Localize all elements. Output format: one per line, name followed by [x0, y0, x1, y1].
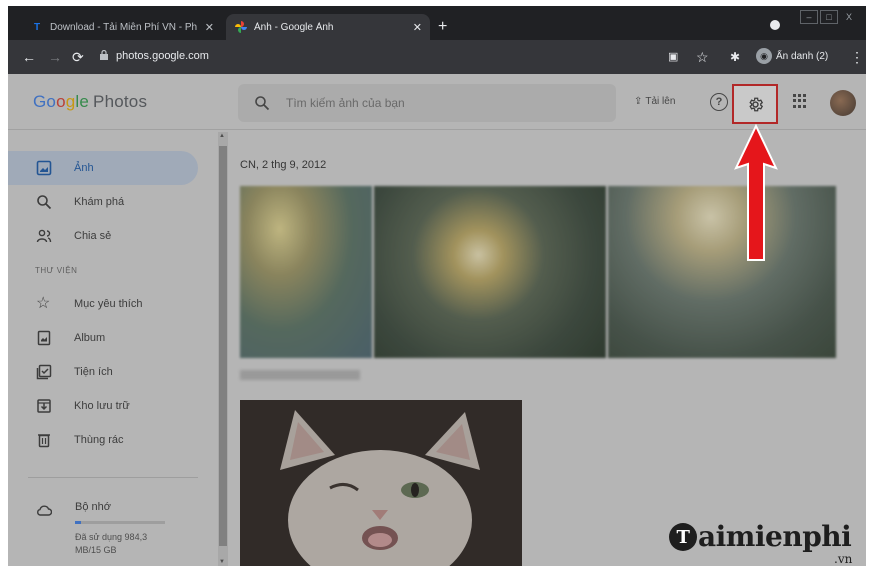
red-arrow-annotation: [734, 124, 778, 261]
watermark-suffix: .vn: [834, 552, 853, 566]
search-box[interactable]: Tìm kiếm ảnh của bạn: [238, 84, 616, 122]
storage-title[interactable]: Bộ nhớ: [75, 501, 111, 513]
search-icon: [255, 96, 270, 111]
google-photos-pinwheel-icon: [234, 20, 248, 34]
photo-thumbnail[interactable]: [374, 186, 606, 358]
sidebar-item-label: Album: [74, 332, 106, 344]
photo-group-date-blurred: [240, 370, 360, 380]
upload-icon: ⇪: [634, 96, 643, 107]
sidebar-scrollbar[interactable]: ▲ ▼: [218, 132, 228, 566]
back-arrow-icon[interactable]: ←: [22, 49, 36, 65]
upload-button[interactable]: ⇪ Tải lên: [634, 96, 675, 107]
upload-label: Tải lên: [645, 96, 676, 107]
reload-icon[interactable]: ⟳: [72, 49, 84, 65]
photo-thumbnail[interactable]: [608, 186, 836, 358]
tab-taimienphi[interactable]: T Download - Tải Miễn Phí VN - Ph ✕: [22, 14, 222, 40]
tab-close-icon[interactable]: ✕: [205, 21, 214, 34]
maximize-button[interactable]: □: [820, 10, 838, 24]
minimize-button[interactable]: –: [800, 10, 818, 24]
sidebar-item-archive[interactable]: Kho lưu trữ: [8, 389, 198, 423]
photo-icon: [36, 160, 52, 176]
taimienphi-logo-icon: T: [669, 523, 697, 551]
sidebar-item-utilities[interactable]: Tiện ích: [8, 355, 198, 389]
taimienphi-t-icon: T: [33, 21, 41, 33]
google-photos-logo[interactable]: Google Photos: [33, 92, 147, 112]
profile-indicator-icon[interactable]: [770, 20, 780, 30]
incognito-indicator[interactable]: ◉ Ẩn danh (2): [756, 48, 828, 64]
sidebar-item-explore[interactable]: Khám phá: [8, 185, 198, 219]
storage-used-text: Đã sử dụng 984,3 MB/15 GB: [75, 532, 148, 555]
new-tab-button[interactable]: +: [438, 18, 447, 36]
svg-text:T: T: [677, 527, 691, 548]
trash-icon: [38, 434, 50, 448]
search-placeholder: Tìm kiếm ảnh của bạn: [286, 96, 405, 110]
album-icon: [37, 330, 51, 346]
storage-progress-bar: [75, 521, 165, 524]
photo-group-date: CN, 2 thg 9, 2012: [240, 159, 327, 171]
sidebar-divider: [28, 477, 198, 478]
apps-grid-icon[interactable]: [793, 94, 807, 108]
help-button[interactable]: ?: [710, 93, 728, 111]
scroll-down-icon[interactable]: ▼: [219, 559, 225, 565]
extensions-puzzle-icon[interactable]: ✱: [730, 49, 740, 65]
sidebar-item-trash[interactable]: Thùng rác: [8, 423, 198, 457]
tab-title: Ảnh - Google Ảnh: [254, 21, 334, 33]
watermark-brand: aimienphi: [698, 520, 852, 553]
sidebar-item-label: Kho lưu trữ: [74, 400, 130, 412]
sidebar: Ảnh Khám phá Chia sẻ THƯ VIỆN ☆ Mục yêu …: [8, 131, 228, 566]
browser-menu-icon[interactable]: ⋮: [850, 49, 864, 65]
tab-close-icon[interactable]: ✕: [413, 21, 422, 34]
browser-toolbar: ← → ⟳ photos.google.com ▣ ☆ ✱ ◉ Ẩn danh …: [8, 40, 866, 74]
address-bar[interactable]: photos.google.com: [96, 45, 656, 69]
sidebar-item-label: Mục yêu thích: [74, 298, 143, 310]
bookmark-star-icon[interactable]: ☆: [696, 49, 709, 65]
sidebar-item-photos[interactable]: Ảnh: [8, 151, 198, 185]
browser-window: T Download - Tải Miễn Phí VN - Ph ✕ Ảnh …: [8, 6, 866, 566]
people-icon: [36, 229, 52, 243]
tab-strip: T Download - Tải Miễn Phí VN - Ph ✕ Ảnh …: [8, 6, 866, 40]
app-header: Google Photos Tìm kiếm ảnh của bạn ⇪ Tải …: [8, 74, 866, 130]
library-section-label: THƯ VIỆN: [35, 266, 78, 275]
lock-icon: [100, 50, 108, 60]
sidebar-item-favorites[interactable]: ☆ Mục yêu thích: [8, 287, 198, 321]
settings-gear-icon[interactable]: [747, 96, 764, 113]
scrollbar-thumb[interactable]: [219, 146, 227, 546]
search-icon: [37, 195, 52, 210]
photo-thumbnail[interactable]: [240, 186, 372, 358]
sidebar-item-label: Thùng rác: [74, 434, 124, 446]
taimienphi-watermark: T aimienphi: [668, 520, 852, 553]
archive-icon: [37, 399, 51, 413]
sidebar-item-label: Khám phá: [74, 196, 125, 208]
photo-thumbnail-cat[interactable]: [240, 400, 522, 566]
sidebar-item-album[interactable]: Album: [8, 321, 198, 355]
incognito-icon: ◉: [756, 48, 772, 64]
translate-icon[interactable]: ▣: [668, 49, 678, 65]
star-icon: ☆: [36, 295, 51, 312]
forward-arrow-icon[interactable]: →: [48, 49, 62, 65]
cloud-icon: [37, 505, 52, 516]
utilities-icon: [36, 364, 52, 380]
sidebar-item-sharing[interactable]: Chia sẻ: [8, 219, 198, 253]
sidebar-item-label: Tiện ích: [74, 366, 113, 378]
scroll-up-icon[interactable]: ▲: [219, 133, 225, 139]
avatar[interactable]: [830, 90, 856, 116]
tab-google-photos[interactable]: Ảnh - Google Ảnh ✕: [226, 14, 430, 40]
sidebar-item-label: Chia sẻ: [74, 230, 112, 242]
tab-title: Download - Tải Miễn Phí VN - Ph: [50, 21, 198, 33]
close-window-button[interactable]: X: [840, 10, 858, 24]
settings-highlight[interactable]: [732, 84, 778, 124]
url-text: photos.google.com: [116, 50, 209, 62]
sidebar-item-label: Ảnh: [74, 162, 94, 174]
incognito-label: Ẩn danh (2): [776, 50, 829, 62]
